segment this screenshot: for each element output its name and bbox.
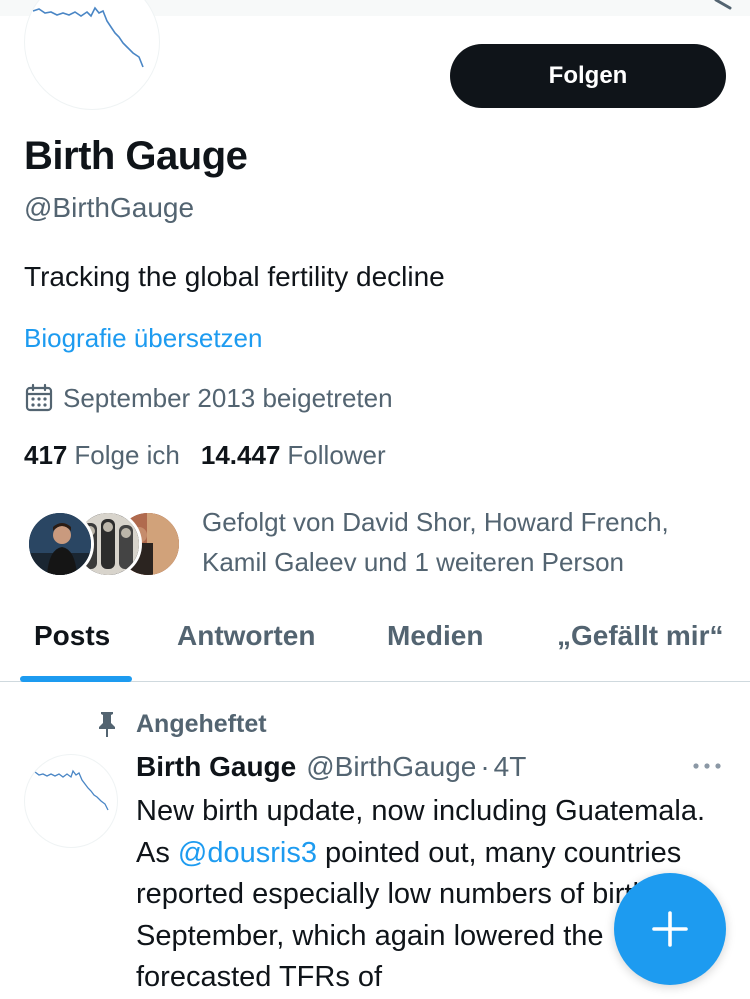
profile-handle: @BirthGauge [24, 192, 195, 223]
active-tab-indicator [20, 676, 132, 682]
tab-likes[interactable]: „Gefällt mir“ [557, 620, 723, 652]
search-icon[interactable] [712, 0, 736, 10]
calendar-icon [25, 383, 53, 412]
tab-media[interactable]: Medien [387, 620, 483, 652]
tab-replies[interactable]: Antworten [177, 620, 315, 652]
post-author-avatar[interactable] [24, 754, 118, 848]
post-header: Birth Gauge @BirthGauge · 4T [136, 749, 526, 785]
following-label: Folge ich [74, 440, 180, 470]
followers-stat[interactable]: 14.447 Follower [201, 440, 386, 471]
profile-name: Birth Gauge [24, 134, 248, 178]
joined-date-text: September 2013 beigetreten [63, 382, 393, 413]
following-stat[interactable]: 417 Folge ich [24, 440, 180, 471]
followed-by-avatars[interactable] [26, 510, 186, 580]
follow-stats: 417 Folge ich 14.447 Follower [24, 440, 407, 471]
post-author-handle[interactable]: @BirthGauge [306, 751, 476, 783]
profile-tabs: Posts Antworten Medien „Gefällt mir“ [0, 590, 750, 682]
post-author-name[interactable]: Birth Gauge [136, 751, 296, 783]
profile-avatar[interactable] [24, 0, 160, 110]
followers-count: 14.447 [200, 440, 281, 470]
follower-avatar [26, 510, 94, 578]
mention-link[interactable]: @dousris3 [178, 837, 317, 869]
followed-by-line: Kamil Galeev und 1 weiteren Person [202, 547, 625, 577]
compose-button[interactable] [614, 873, 726, 985]
follow-button[interactable]: Folgen [450, 44, 726, 108]
profile-bio: Tracking the global fertility decline [24, 261, 445, 292]
followed-by-text[interactable]: Gefolgt von David Shor, Howard French, K… [202, 502, 742, 582]
plus-icon [652, 911, 688, 947]
followers-label: Follower [287, 440, 386, 470]
following-count: 417 [24, 440, 68, 470]
more-dots-icon[interactable] [690, 756, 724, 776]
translate-bio-link[interactable]: Biografie übersetzen [24, 323, 262, 354]
joined-date: September 2013 beigetreten [24, 381, 393, 415]
followed-by-line: Gefolgt von David Shor, Howard French, [202, 507, 669, 537]
pin-icon [99, 712, 115, 737]
tab-posts[interactable]: Posts [34, 620, 110, 652]
pinned-label: Angeheftet [136, 709, 267, 738]
post-separator: · [480, 751, 490, 782]
pinned-indicator: Angeheftet [94, 708, 267, 740]
post-timestamp[interactable]: 4T [494, 751, 527, 783]
